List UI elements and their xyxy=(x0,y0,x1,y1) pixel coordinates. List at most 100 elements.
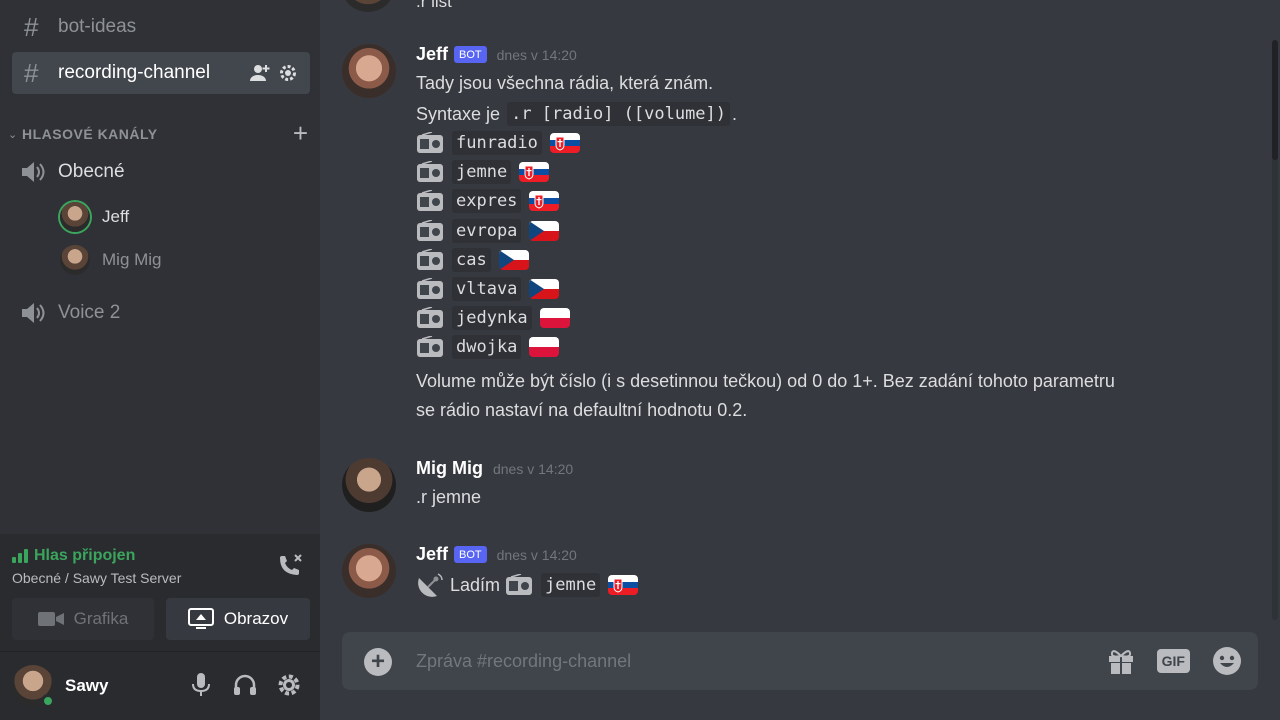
avatar[interactable] xyxy=(342,44,396,98)
status-indicator xyxy=(41,694,55,708)
voice-channel-label: Voice 2 xyxy=(58,302,121,323)
radio-name: jedynka xyxy=(452,306,532,331)
radio-list-item: cas xyxy=(416,247,529,272)
microphone-icon[interactable] xyxy=(188,672,214,698)
disconnect-icon[interactable] xyxy=(276,552,304,580)
message-author[interactable]: Jeff xyxy=(416,544,448,565)
hash-icon: # xyxy=(24,12,39,42)
previous-message-text: .r list xyxy=(416,0,452,11)
message-author[interactable]: Mig Mig xyxy=(416,458,483,479)
message-line: Ladím jemne xyxy=(416,572,639,598)
gear-icon[interactable] xyxy=(276,672,302,698)
radio-icon xyxy=(416,131,444,154)
category-label: HLASOVÉ KANÁLY xyxy=(22,126,158,142)
voice-user-label: Jeff xyxy=(102,207,130,226)
inline-code: .r [radio] ([volume]) xyxy=(507,102,731,126)
radio-name: vltava xyxy=(452,277,522,301)
message-text: Volume může být číslo (i s desetinnou te… xyxy=(416,371,1115,391)
voice-status-subtitle[interactable]: Obecné / Sawy Test Server xyxy=(12,570,181,586)
username[interactable]: Sawy xyxy=(65,676,108,696)
radio-name: expres xyxy=(452,189,522,214)
radio-list-item: expres xyxy=(416,189,560,214)
gear-icon[interactable] xyxy=(278,63,298,83)
voice-channel-voice-2[interactable]: Voice 2 xyxy=(20,295,120,331)
voice-status-title: Hlas připojen xyxy=(34,547,136,564)
message-author[interactable]: Jeff xyxy=(416,44,448,65)
message-input[interactable] xyxy=(416,632,1096,690)
radio-list-item: dwojka xyxy=(416,335,560,360)
radio-name: evropa xyxy=(452,218,522,243)
screen-share-label: Obrazov xyxy=(223,609,289,628)
channel-recording-channel[interactable]: # recording-channel xyxy=(12,52,310,94)
satellite-antenna-icon xyxy=(418,573,443,597)
flag-sk-icon xyxy=(549,133,580,153)
avatar[interactable] xyxy=(342,0,394,12)
video-button-label: Grafika xyxy=(73,609,129,628)
channel-bot-ideas[interactable]: # bot-ideas xyxy=(12,6,310,48)
message-line: Syntaxe je .r [radio] ([volume]). xyxy=(416,102,737,126)
flag-sk-icon xyxy=(608,575,639,595)
headphones-icon[interactable] xyxy=(232,672,258,698)
radio-list-item: jedynka xyxy=(416,306,570,331)
radio-icon xyxy=(416,277,444,300)
voice-user-jeff[interactable]: Jeff xyxy=(60,200,129,234)
avatar xyxy=(60,202,90,232)
message-timestamp: dnes v 14:20 xyxy=(496,46,577,63)
gift-icon[interactable] xyxy=(1107,646,1135,676)
radio-list-item: jemne xyxy=(416,160,550,185)
flag-cz-icon xyxy=(529,220,560,241)
camera-icon xyxy=(37,612,64,626)
message-text: Ladím xyxy=(450,574,501,595)
signal-icon xyxy=(12,549,28,563)
chevron-down-icon: ⌄ xyxy=(8,128,18,141)
radio-name: funradio xyxy=(452,131,542,155)
voice-status[interactable]: Hlas připojen xyxy=(12,547,135,565)
category-voice-channels[interactable]: ⌄ HLASOVÉ KANÁLY + xyxy=(8,120,308,146)
message-line: Tady jsou všechna rádia, která znám. xyxy=(416,73,713,94)
gif-button[interactable]: GIF xyxy=(1156,649,1190,673)
add-channel-icon[interactable]: + xyxy=(293,120,308,146)
voice-channel-obecne[interactable]: Obecné xyxy=(20,154,125,190)
radio-list-item: evropa xyxy=(416,218,560,243)
message-composer: + GIF xyxy=(342,632,1258,690)
inline-code: jemne xyxy=(541,573,601,597)
radio-icon xyxy=(416,189,444,212)
screen-share-button[interactable]: Obrazov xyxy=(166,598,310,640)
voice-user-label: Mig Mig xyxy=(102,250,162,269)
chat-area: .r list Jeff BOT dnes v 14:20 Tady jsou … xyxy=(320,0,1280,720)
channel-label: bot-ideas xyxy=(58,16,137,37)
screen-share-icon xyxy=(187,608,214,629)
radio-icon xyxy=(505,573,533,596)
avatar[interactable] xyxy=(342,458,396,512)
message-text: Tady jsou všechna rádia, která znám. xyxy=(416,73,714,93)
radio-list-item: funradio xyxy=(416,131,580,155)
message-timestamp: dnes v 14:20 xyxy=(496,546,577,563)
message-line: se rádio nastaví na defaultní hodnotu 0.… xyxy=(416,400,747,421)
radio-name: jemne xyxy=(452,160,512,185)
flag-cz-icon xyxy=(529,279,560,299)
radio-icon xyxy=(416,306,444,329)
radio-list-item: vltava xyxy=(416,277,560,301)
message-line: Volume může být číslo (i s desetinnou te… xyxy=(416,371,1115,392)
voice-channel-label: Obecné xyxy=(58,161,125,182)
bot-badge: BOT xyxy=(454,46,487,63)
avatar[interactable] xyxy=(342,544,396,598)
radio-icon xyxy=(416,218,444,242)
voice-user-mig-mig[interactable]: Mig Mig xyxy=(60,243,162,277)
channel-sidebar: # bot-ideas # recording-channel ⌄ HLASOV… xyxy=(0,0,320,720)
emoji-icon[interactable] xyxy=(1212,646,1242,676)
video-button[interactable]: Grafika xyxy=(12,598,154,640)
message-text: .r jemne xyxy=(416,487,482,507)
bot-badge: BOT xyxy=(454,546,487,563)
avatar xyxy=(60,245,90,275)
hash-icon: # xyxy=(24,58,39,88)
radio-icon xyxy=(416,248,444,271)
voice-connection-panel: Hlas připojen Obecné / Sawy Test Server … xyxy=(0,534,320,652)
add-attachment-icon[interactable]: + xyxy=(364,648,392,676)
message-text: se rádio nastaví na defaultní hodnotu 0.… xyxy=(416,400,748,420)
message-line: .r jemne xyxy=(416,487,481,508)
user-panel: Sawy xyxy=(0,652,320,720)
flag-sk-icon xyxy=(529,191,560,212)
scrollbar-thumb[interactable] xyxy=(1272,40,1278,160)
invite-icon[interactable] xyxy=(250,63,270,83)
